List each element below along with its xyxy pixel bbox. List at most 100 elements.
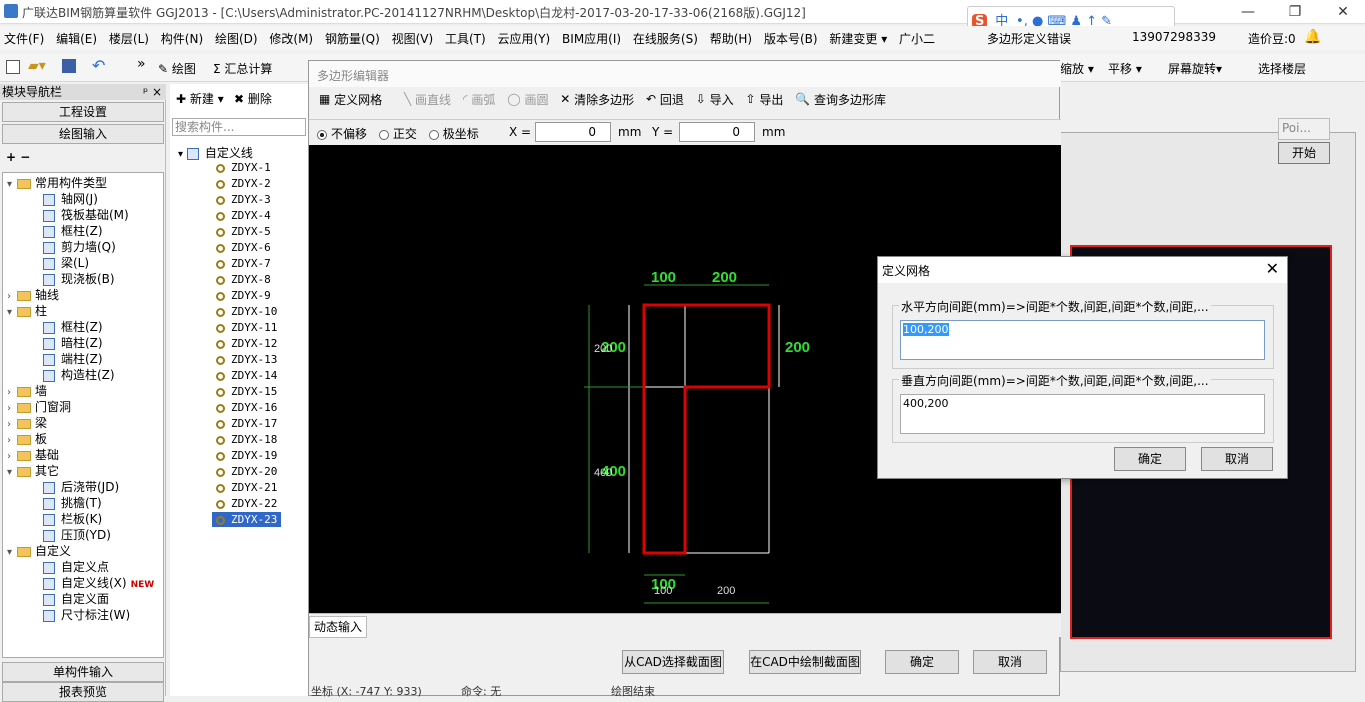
- component-item[interactable]: ZDYX-23: [212, 512, 282, 527]
- draw-line-button[interactable]: ╲ 画直线: [404, 91, 455, 108]
- component-item[interactable]: ZDYX-1: [216, 160, 271, 175]
- tree-item[interactable]: 自定义线(X) NEW: [43, 575, 154, 591]
- tree-item[interactable]: › 门窗洞: [7, 399, 71, 415]
- select-floor-button[interactable]: 选择楼层: [1258, 60, 1306, 77]
- bell-icon[interactable]: 🔔: [1304, 29, 1321, 45]
- vertical-spacing-input[interactable]: 400,200: [900, 394, 1265, 434]
- draw-circle-button[interactable]: ◯ 画圆: [507, 91, 552, 108]
- tree-item[interactable]: › 基础: [7, 447, 59, 463]
- component-item[interactable]: ZDYX-4: [216, 208, 271, 223]
- component-item[interactable]: ZDYX-12: [216, 336, 277, 351]
- new-component-button[interactable]: ✚ 新建 ▾: [176, 90, 224, 107]
- query-library-button[interactable]: 🔍 查询多边形库: [795, 91, 890, 108]
- beans-count[interactable]: 造价豆:0: [1248, 30, 1296, 47]
- tree-item[interactable]: ▾ 其它: [7, 463, 59, 479]
- tree-item[interactable]: ▾ 常用构件类型: [7, 175, 107, 191]
- tree-item[interactable]: › 墙: [7, 383, 47, 399]
- more-chevron-icon[interactable]: »: [137, 56, 146, 72]
- tree-item[interactable]: › 板: [7, 431, 47, 447]
- open-folder-icon[interactable]: ▰▾: [28, 58, 46, 74]
- tree-toggle-icon[interactable]: ▾: [7, 177, 17, 193]
- cad-draw-button[interactable]: 在CAD中绘制截面图: [749, 650, 861, 674]
- draw-arc-button[interactable]: ◜ 画弧: [463, 91, 499, 108]
- menu-draw[interactable]: 绘图(D): [211, 26, 262, 51]
- report-preview-button[interactable]: 报表预览: [2, 682, 164, 702]
- tree-item[interactable]: ▾ 自定义: [7, 543, 71, 559]
- screen-rotate-button[interactable]: 屏幕旋转▾: [1168, 60, 1222, 77]
- start-button[interactable]: 开始: [1278, 142, 1330, 164]
- tree-toggle-icon[interactable]: ▾: [7, 465, 17, 481]
- menu-edit[interactable]: 编辑(E): [52, 26, 101, 51]
- component-item[interactable]: ZDYX-13: [216, 352, 277, 367]
- tree-item[interactable]: 后浇带(JD): [43, 479, 119, 495]
- tree-item[interactable]: 筏板基础(M): [43, 207, 129, 223]
- component-item[interactable]: ZDYX-16: [216, 400, 277, 415]
- horizontal-spacing-input[interactable]: 100,200: [900, 320, 1265, 360]
- menu-help[interactable]: 帮助(H): [706, 26, 756, 51]
- tree-item[interactable]: › 梁: [7, 415, 47, 431]
- tree-item[interactable]: 剪力墙(Q): [43, 239, 116, 255]
- close-icon[interactable]: ✕: [1330, 2, 1356, 22]
- expand-collapse-icon[interactable]: + −: [6, 150, 30, 164]
- poi-field[interactable]: Poi...: [1278, 118, 1330, 140]
- delete-component-button[interactable]: ✖ 删除: [234, 90, 272, 107]
- polygon-cancel-button[interactable]: 取消: [973, 650, 1047, 674]
- undo-button[interactable]: ↶ 回退: [646, 91, 688, 108]
- component-item[interactable]: ZDYX-20: [216, 464, 277, 479]
- ortho-radio[interactable]: [378, 129, 389, 140]
- tree-item[interactable]: 自定义面: [43, 591, 109, 607]
- tree-item[interactable]: 挑檐(T): [43, 495, 102, 511]
- menu-modify[interactable]: 修改(M): [265, 26, 317, 51]
- restore-icon[interactable]: ❐: [1282, 2, 1308, 22]
- polar-radio[interactable]: [428, 129, 439, 140]
- menu-rebar[interactable]: 钢筋量(Q): [321, 26, 384, 51]
- save-icon[interactable]: [62, 59, 76, 73]
- clear-polygon-button[interactable]: ✕ 清除多边形: [560, 91, 638, 108]
- component-item[interactable]: ZDYX-22: [216, 496, 277, 511]
- component-item[interactable]: ZDYX-2: [216, 176, 271, 191]
- no-offset-radio[interactable]: [317, 129, 327, 140]
- component-item[interactable]: ZDYX-7: [216, 256, 271, 271]
- tree-item[interactable]: 构造柱(Z): [43, 367, 115, 383]
- single-component-input-button[interactable]: 单构件输入: [2, 662, 164, 682]
- cad-select-button[interactable]: 从CAD选择截面图: [622, 650, 724, 674]
- menu-cloud[interactable]: 云应用(Y): [494, 26, 555, 51]
- tree-root-custom-line[interactable]: ▾ 自定义线: [178, 144, 253, 161]
- polygon-ok-button[interactable]: 确定: [885, 650, 959, 674]
- drawing-input-button[interactable]: 绘图输入: [2, 124, 164, 144]
- dynamic-input-tab[interactable]: 动态输入: [309, 616, 367, 638]
- component-search-input[interactable]: 搜索构件...: [172, 118, 306, 136]
- component-item[interactable]: ZDYX-18: [216, 432, 277, 447]
- tree-item[interactable]: 暗柱(Z): [43, 335, 103, 351]
- menu-floor[interactable]: 楼层(L): [105, 26, 153, 51]
- undo-icon[interactable]: ↶: [92, 56, 105, 75]
- tree-item[interactable]: 栏板(K): [43, 511, 102, 527]
- menu-tools[interactable]: 工具(T): [441, 26, 490, 51]
- menu-view[interactable]: 视图(V): [388, 26, 438, 51]
- pan-button[interactable]: 平移 ▾: [1108, 60, 1142, 77]
- tree-item[interactable]: 压顶(YD): [43, 527, 111, 543]
- menu-new-change[interactable]: 新建变更 ▾: [825, 26, 891, 51]
- tree-item[interactable]: 框柱(Z): [43, 223, 103, 239]
- tree-toggle-icon[interactable]: ▾: [7, 545, 17, 561]
- import-button[interactable]: ⇩ 导入: [696, 91, 738, 108]
- tree-item[interactable]: ▾ 柱: [7, 303, 47, 319]
- new-file-icon[interactable]: [6, 60, 20, 74]
- pin-icon[interactable]: ᵖ ×: [143, 84, 162, 100]
- menu-version[interactable]: 版本号(B): [760, 26, 822, 51]
- grid-cancel-button[interactable]: 取消: [1201, 447, 1273, 471]
- component-item[interactable]: ZDYX-17: [216, 416, 277, 431]
- y-coordinate-input[interactable]: 0: [679, 122, 755, 142]
- component-item[interactable]: ZDYX-21: [216, 480, 277, 495]
- component-item[interactable]: ZDYX-15: [216, 384, 277, 399]
- user-phone[interactable]: 13907298339: [1132, 30, 1216, 44]
- menu-bim[interactable]: BIM应用(I): [558, 26, 625, 51]
- menu-file[interactable]: 文件(F): [0, 26, 48, 51]
- menu-component[interactable]: 构件(N): [157, 26, 207, 51]
- component-item[interactable]: ZDYX-14: [216, 368, 277, 383]
- export-button[interactable]: ⇧ 导出: [745, 91, 787, 108]
- tree-item[interactable]: 自定义点: [43, 559, 109, 575]
- component-item[interactable]: ZDYX-10: [216, 304, 277, 319]
- tree-item[interactable]: 现浇板(B): [43, 271, 115, 287]
- component-item[interactable]: ZDYX-9: [216, 288, 271, 303]
